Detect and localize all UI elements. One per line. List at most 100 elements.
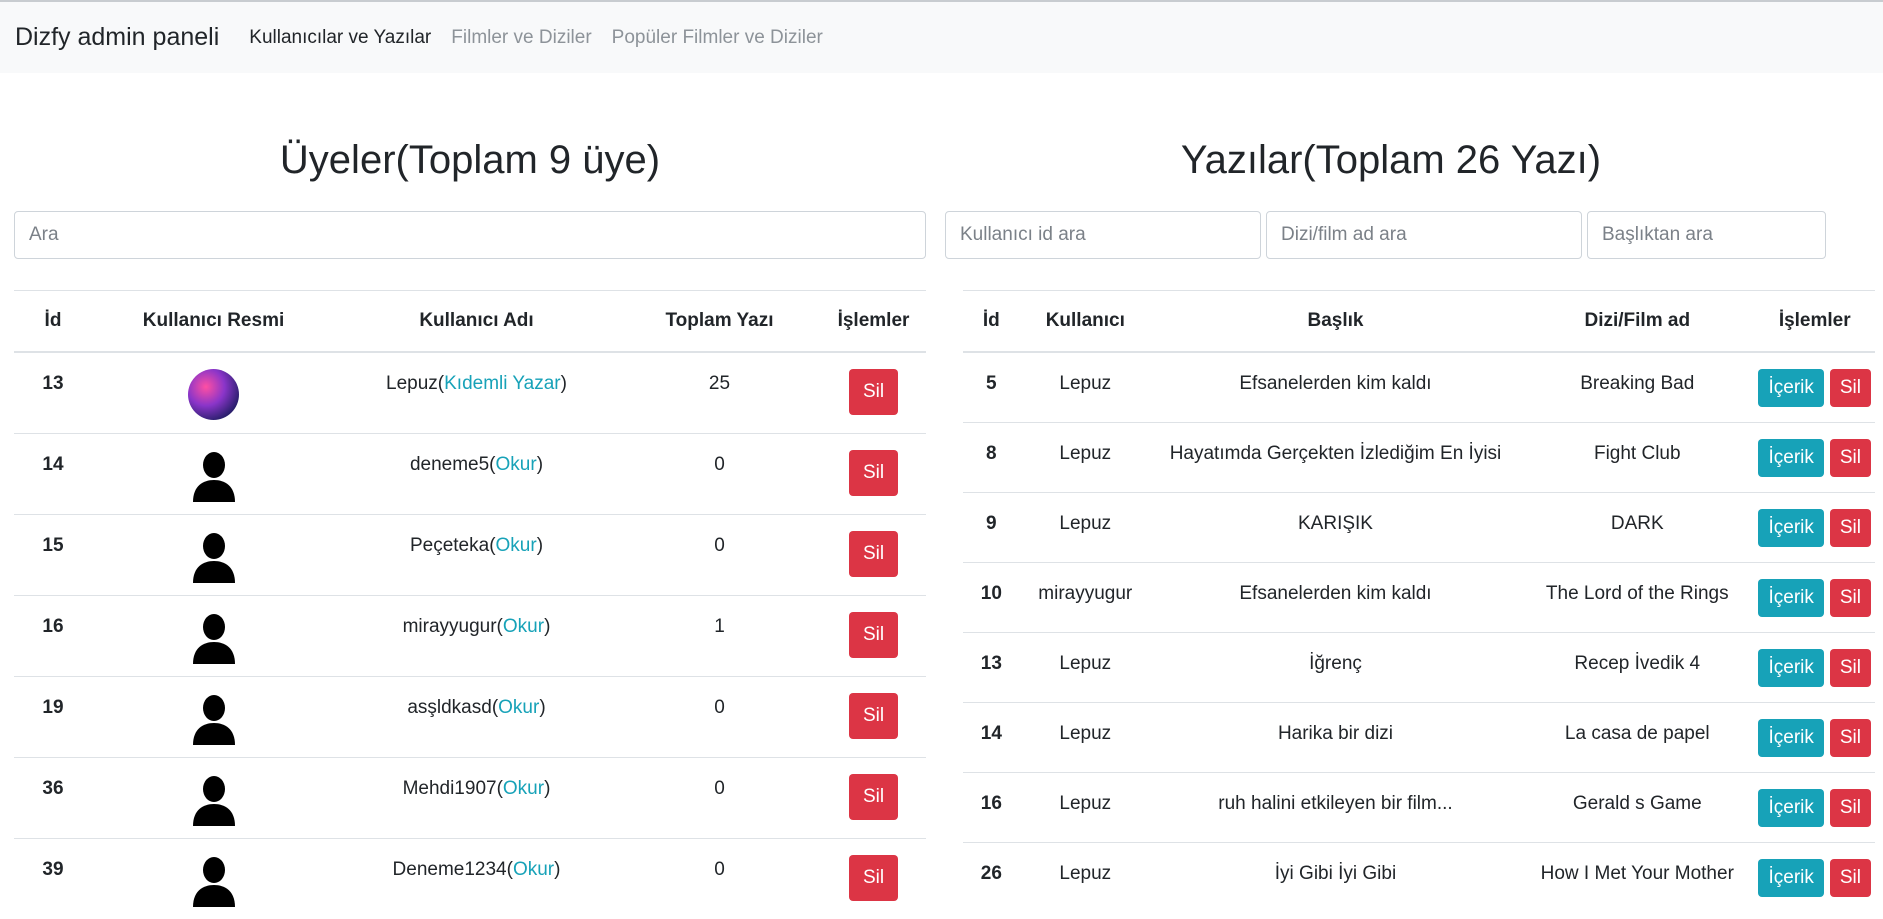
delete-post-button[interactable]: Sil bbox=[1829, 438, 1871, 477]
post-heading: İğrenç bbox=[1150, 631, 1521, 702]
post-id: 13 bbox=[963, 631, 1020, 702]
delete-post-button[interactable]: Sil bbox=[1829, 718, 1871, 757]
table-row: 10 mirayyugur Efsanelerden kim kaldı The… bbox=[963, 561, 1875, 632]
delete-post-button[interactable]: Sil bbox=[1829, 369, 1871, 407]
role-link[interactable]: Okur bbox=[498, 697, 539, 718]
username-text: asşldkasd( bbox=[407, 696, 499, 718]
col-actions: İşlemler bbox=[821, 290, 926, 353]
member-id: 15 bbox=[14, 513, 92, 595]
delete-member-button[interactable]: Sil bbox=[848, 369, 899, 415]
user-id-search-input[interactable] bbox=[945, 211, 1261, 259]
delete-member-button[interactable]: Sil bbox=[848, 692, 899, 739]
username-close: ) bbox=[536, 453, 544, 475]
post-film: Gerald s Game bbox=[1520, 771, 1755, 842]
content-button[interactable]: İçerik bbox=[1758, 648, 1824, 687]
post-id: 8 bbox=[963, 421, 1020, 492]
post-heading: Hayatımda Gerçekten İzlediğim En İyisi bbox=[1150, 421, 1521, 492]
delete-member-button[interactable]: Sil bbox=[848, 449, 899, 496]
brand-title[interactable]: Dizfy admin paneli bbox=[15, 23, 219, 52]
nav-link-films-series[interactable]: Filmler ve Diziler bbox=[451, 27, 591, 49]
posts-title: Yazılar(Toplam 26 Yazı) bbox=[1180, 138, 1602, 182]
nav-link-popular[interactable]: Popüler Filmler ve Diziler bbox=[612, 27, 823, 49]
member-post-count: 0 bbox=[618, 432, 821, 514]
post-actions: İçerik Sil bbox=[1754, 631, 1875, 702]
table-row: 14 Lepuz Harika bir dizi La casa de pape… bbox=[963, 701, 1875, 772]
post-id: 26 bbox=[963, 841, 1020, 912]
member-username: mirayyugur(Okur) bbox=[335, 594, 618, 676]
post-user: Lepuz bbox=[1019, 701, 1151, 772]
member-id: 16 bbox=[14, 594, 92, 676]
post-user: Lepuz bbox=[1019, 491, 1151, 562]
delete-member-button[interactable]: Sil bbox=[848, 530, 899, 577]
member-avatar-cell bbox=[92, 432, 335, 514]
role-link[interactable]: Okur bbox=[513, 859, 554, 880]
content-button[interactable]: İçerik bbox=[1758, 578, 1824, 617]
member-actions: Sil bbox=[821, 351, 926, 433]
delete-post-button[interactable]: Sil bbox=[1829, 648, 1871, 687]
content-button[interactable]: İçerik bbox=[1758, 788, 1824, 827]
post-actions: İçerik Sil bbox=[1754, 701, 1875, 772]
member-post-count: 0 bbox=[618, 513, 821, 595]
col-username[interactable]: Kullanıcı Adı bbox=[335, 290, 618, 353]
post-user: Lepuz bbox=[1019, 771, 1151, 842]
delete-member-button[interactable]: Sil bbox=[848, 773, 899, 820]
post-actions: İçerik Sil bbox=[1754, 561, 1875, 632]
col-post-id[interactable]: İd bbox=[963, 290, 1020, 353]
delete-post-button[interactable]: Sil bbox=[1829, 788, 1871, 827]
film-name-search-input[interactable] bbox=[1266, 211, 1582, 259]
post-id: 5 bbox=[963, 351, 1020, 422]
nav-link-users-posts[interactable]: Kullanıcılar ve Yazılar bbox=[249, 27, 431, 49]
username-close: ) bbox=[544, 615, 551, 637]
post-actions: İçerik Sil bbox=[1754, 491, 1875, 562]
col-post-actions: İşlemler bbox=[1754, 290, 1875, 353]
role-link[interactable]: Okur bbox=[496, 454, 537, 475]
role-link[interactable]: Okur bbox=[496, 535, 537, 556]
col-user-image[interactable]: Kullanıcı Resmi bbox=[92, 290, 335, 353]
member-post-count: 0 bbox=[618, 756, 821, 838]
post-actions: İçerik Sil bbox=[1754, 421, 1875, 492]
delete-post-button[interactable]: Sil bbox=[1829, 858, 1871, 897]
content-button[interactable]: İçerik bbox=[1758, 369, 1824, 407]
delete-member-button[interactable]: Sil bbox=[848, 854, 899, 901]
delete-post-button[interactable]: Sil bbox=[1829, 578, 1871, 617]
content-button[interactable]: İçerik bbox=[1758, 858, 1824, 897]
member-avatar-cell bbox=[92, 351, 335, 433]
delete-member-button[interactable]: Sil bbox=[848, 611, 899, 658]
member-username: Deneme1234(Okur) bbox=[335, 837, 618, 919]
post-user: Lepuz bbox=[1019, 421, 1151, 492]
post-actions: İçerik Sil bbox=[1754, 351, 1875, 422]
user-silhouette-icon bbox=[192, 775, 235, 826]
role-link[interactable]: Okur bbox=[503, 778, 544, 799]
col-post-user[interactable]: Kullanıcı bbox=[1019, 290, 1151, 353]
col-post-film[interactable]: Dizi/Film ad bbox=[1520, 290, 1755, 353]
user-silhouette-icon bbox=[192, 532, 235, 583]
member-post-count: 25 bbox=[618, 351, 821, 433]
member-post-count: 1 bbox=[618, 594, 821, 676]
content-button[interactable]: İçerik bbox=[1758, 718, 1824, 757]
table-row: 19 asşldkasd(Okur) 0 Sil bbox=[14, 675, 926, 757]
col-total-posts[interactable]: Toplam Yazı bbox=[618, 290, 821, 353]
content-button[interactable]: İçerik bbox=[1758, 438, 1824, 477]
username-text: Peçeteka( bbox=[409, 534, 496, 556]
post-id: 10 bbox=[963, 561, 1020, 632]
member-id: 39 bbox=[14, 837, 92, 919]
user-silhouette-icon bbox=[192, 613, 235, 664]
content-button[interactable]: İçerik bbox=[1758, 508, 1824, 547]
post-film: How I Met Your Mother bbox=[1520, 841, 1755, 912]
delete-post-button[interactable]: Sil bbox=[1829, 508, 1871, 547]
member-username: Peçeteka(Okur) bbox=[335, 513, 618, 595]
table-row: 13 Lepuz İğrenç Recep İvedik 4 İçerik Sil bbox=[963, 631, 1875, 702]
role-link[interactable]: Okur bbox=[503, 616, 544, 637]
post-id: 14 bbox=[963, 701, 1020, 772]
post-heading: Efsanelerden kim kaldı bbox=[1150, 351, 1521, 422]
post-user: Lepuz bbox=[1019, 351, 1151, 422]
members-search-input[interactable] bbox=[14, 211, 926, 259]
col-post-heading[interactable]: Başlık bbox=[1150, 290, 1521, 353]
col-id[interactable]: İd bbox=[14, 290, 92, 353]
heading-search-input[interactable] bbox=[1587, 211, 1826, 259]
role-link[interactable]: Kıdemli Yazar bbox=[444, 373, 561, 394]
post-heading: ruh halini etkileyen bir film... bbox=[1150, 771, 1521, 842]
username-text: Lepuz( bbox=[386, 373, 445, 394]
post-heading: Efsanelerden kim kaldı bbox=[1150, 561, 1521, 632]
post-actions: İçerik Sil bbox=[1754, 841, 1875, 912]
